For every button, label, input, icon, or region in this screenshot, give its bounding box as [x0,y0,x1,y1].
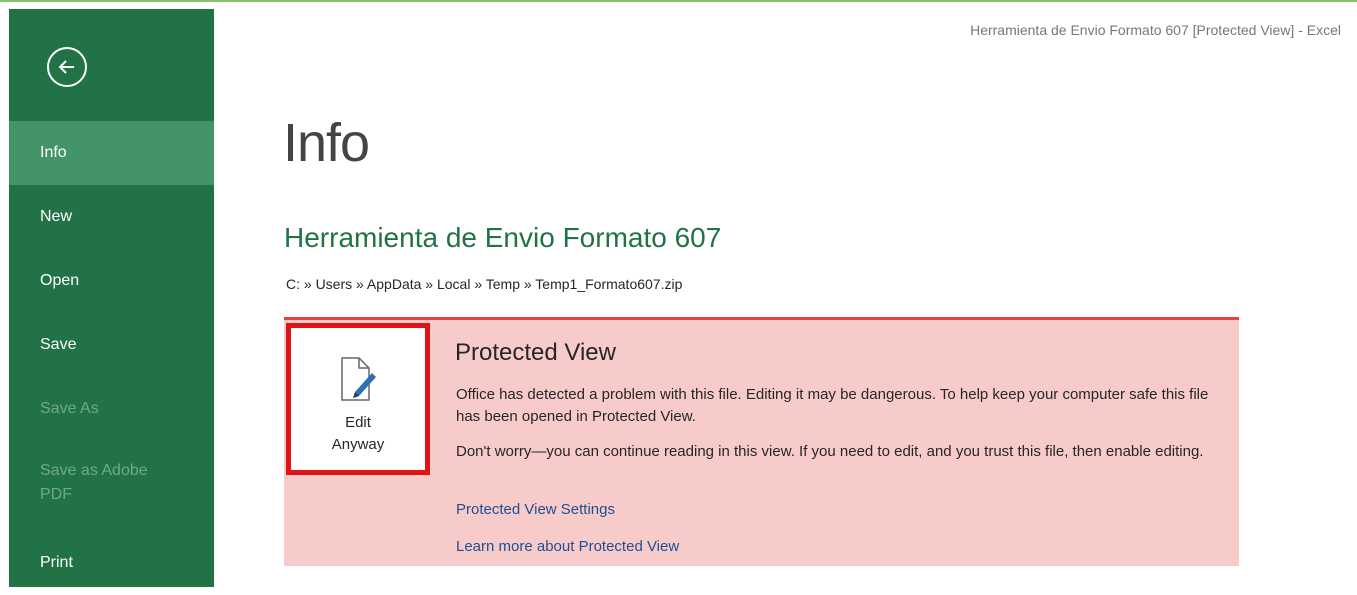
window-title: Herramienta de Envio Formato 607 [Protec… [970,22,1341,38]
sidebar-item-save-as: Save As [9,377,214,441]
protected-view-title: Protected View [455,339,616,366]
sidebar-item-label: Save [40,336,77,353]
protected-view-message-secondary: Don't worry—you can continue reading in … [456,443,1204,460]
sidebar-item-label: Save As [40,400,99,417]
document-pencil-icon [341,357,376,401]
edit-anyway-button[interactable]: Edit Anyway [286,323,430,475]
sidebar-item-label: PDF [40,486,72,503]
sidebar-item-label: New [40,208,73,225]
learn-more-link[interactable]: Learn more about Protected View [456,538,679,555]
protected-view-banner: Edit Anyway Protected View Office has de… [284,317,1239,566]
window-top-border [0,0,1357,2]
sidebar-item-save-as-adobe-pdf: Save as Adobe PDF [9,449,214,529]
sidebar-item-save[interactable]: Save [9,313,214,377]
sidebar-item-new[interactable]: New [9,185,214,249]
sidebar-item-label: Info [40,144,67,161]
protected-view-settings-link[interactable]: Protected View Settings [456,501,615,518]
document-title: Herramienta de Envio Formato 607 [284,222,722,253]
backstage-sidebar: Info New Open Save Save As Save as Adobe… [9,9,214,587]
page-title: Info [283,113,370,173]
sidebar-item-open[interactable]: Open [9,249,214,313]
back-arrow-circle-icon [58,60,74,74]
edit-anyway-label: Edit Anyway [331,414,385,453]
protected-view-message: Office has detected a problem with this … [456,386,1209,425]
sidebar-item-label: Open [40,272,80,289]
sidebar-item-label: Save as Adobe [40,462,148,479]
sidebar-item-print[interactable]: Print [9,531,214,595]
document-path: C: » Users » AppData » Local » Temp » Te… [286,276,683,292]
sidebar-item-label: Print [40,554,73,571]
back-button[interactable] [47,47,87,87]
sidebar-item-info[interactable]: Info [9,121,214,185]
